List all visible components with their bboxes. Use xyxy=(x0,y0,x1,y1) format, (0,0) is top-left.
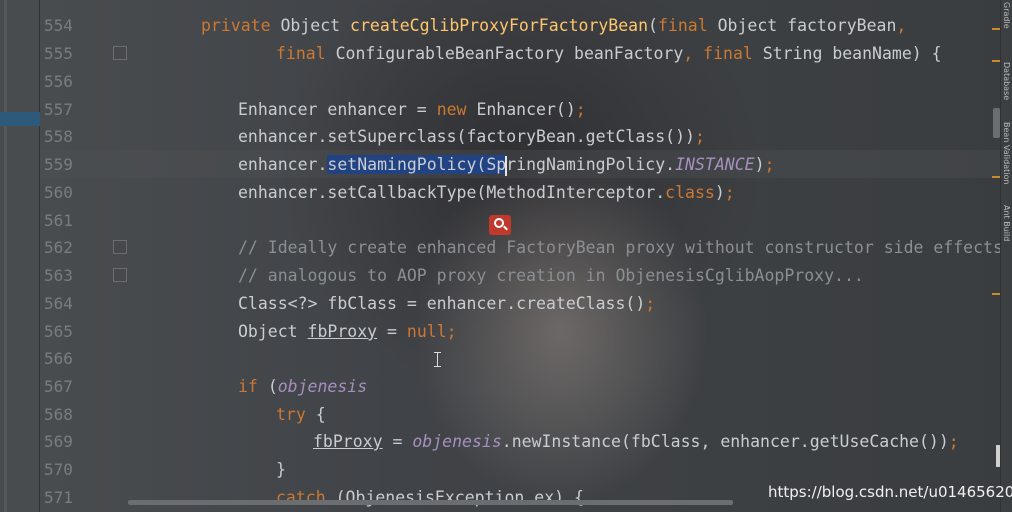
tool-tab-bean-validation[interactable]: Bean Validation xyxy=(1002,122,1011,184)
code-line-571: catch (ObjenesisException ex) { xyxy=(276,488,584,507)
watermark-text: https://blog.csdn.net/u014656201 xyxy=(768,483,1012,501)
code-editor[interactable]: private Object createCglibProxyForFactor… xyxy=(0,0,1012,512)
right-tool-strip: Gradle Database Bean Validation Ant Buil… xyxy=(1000,0,1012,512)
code-line-565: Object fbProxy = null; xyxy=(238,322,457,341)
vertical-scrollbar-thumb[interactable] xyxy=(993,108,1000,138)
code-line-568: try { xyxy=(276,405,326,424)
code-line-560: enhancer.setCallbackType(MethodIntercept… xyxy=(238,183,735,202)
code-line-564: Class<?> fbClass = enhancer.createClass(… xyxy=(238,294,656,313)
selected-text: setNamingPolicy(Sp xyxy=(327,155,507,174)
code-line-569: fbProxy = objenesis.newInstance(fbClass,… xyxy=(313,432,959,451)
code-line-555: final ConfigurableBeanFactory beanFactor… xyxy=(276,44,942,63)
code-line-554: private Object createCglibProxyForFactor… xyxy=(201,16,907,35)
code-line-559: enhancer.setNamingPolicy(SpringNamingPol… xyxy=(238,155,775,176)
mouse-text-cursor-icon xyxy=(434,352,442,367)
horizontal-scrollbar-thumb[interactable] xyxy=(128,500,733,505)
code-line-563-comment: // analogous to AOP proxy creation in Ob… xyxy=(238,266,864,285)
code-line-567: if (objenesis xyxy=(238,377,368,396)
code-line-557: Enhancer enhancer = new Enhancer(); xyxy=(238,100,586,119)
code-line-558: enhancer.setSuperclass(factoryBean.getCl… xyxy=(238,127,705,146)
code-line-562-comment: // Ideally create enhanced FactoryBean p… xyxy=(238,238,1012,257)
search-icon[interactable] xyxy=(489,215,511,235)
tool-tab-gradle[interactable]: Gradle xyxy=(1002,2,1011,29)
tool-tab-ant-build[interactable]: Ant Build xyxy=(1002,205,1011,241)
tool-tab-database[interactable]: Database xyxy=(1002,62,1011,100)
code-line-570: } xyxy=(276,460,286,479)
